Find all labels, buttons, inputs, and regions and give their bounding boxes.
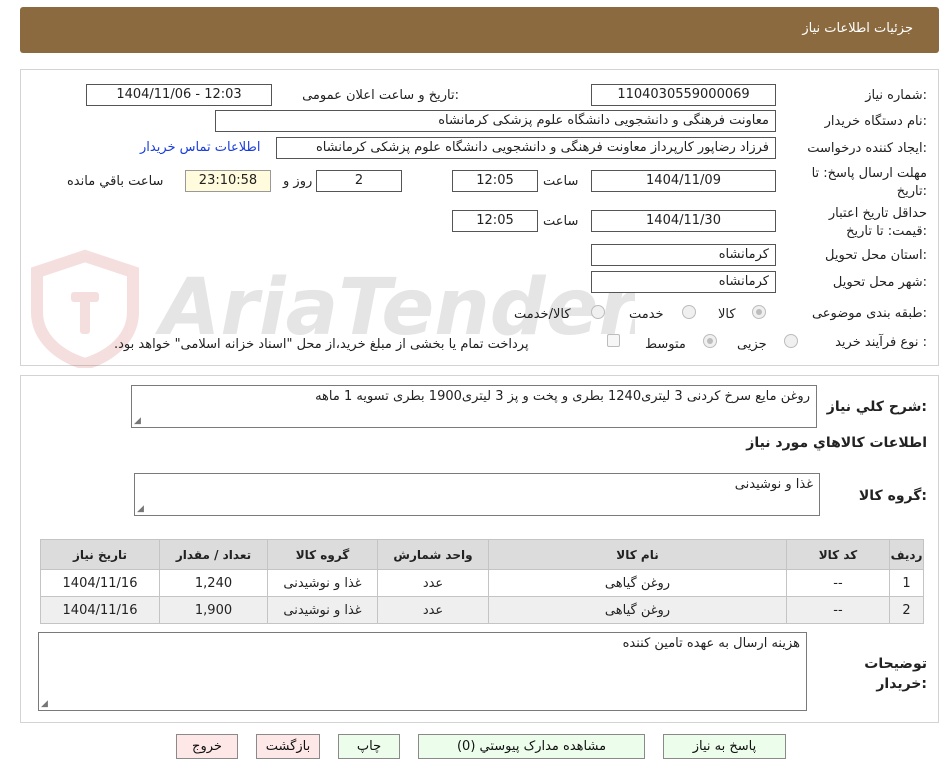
category-goods-service-label: کالا/خدمت (514, 307, 571, 322)
treasury-payment-note: پرداخت تمام یا بخشی از مبلغ خرید،از محل … (114, 337, 529, 352)
need-number-field: 1104030559000069 (591, 84, 776, 106)
goods-info-title: اطلاعات کالاهاي مورد نياز (746, 435, 927, 451)
remaining-time-field: 23:10:58 (185, 170, 271, 192)
cell-name: روغن گیاهی (488, 596, 787, 624)
category-service-radio[interactable] (682, 305, 696, 319)
province-label: استان محل تحویل: (825, 248, 927, 263)
col-name: نام کالا (488, 539, 787, 570)
buyer-notes-field: هزینه ارسال به عهده تامین کننده ◢ (38, 632, 807, 711)
cell-group: غذا و نوشیدنی (267, 596, 378, 624)
process-medium-label: متوسط (645, 337, 686, 352)
deadline-time-field: 12:05 (452, 170, 538, 192)
reply-button[interactable]: پاسخ به نياز (663, 734, 786, 759)
table-row: 1 -- روغن گیاهی عدد غذا و نوشیدنی 1,240 … (40, 569, 924, 597)
remaining-time-label: ساعت باقي مانده (67, 174, 164, 189)
requester-field: فرزاد رضاپور کارپرداز معاونت فرهنگی و دا… (276, 137, 776, 159)
cell-row: 2 (889, 596, 924, 624)
buyer-notes-text: هزینه ارسال به عهده تامین کننده (622, 636, 800, 651)
category-label: طبقه بندی موضوعی: (811, 306, 927, 321)
city-field: کرمانشاه (591, 271, 776, 293)
table-row: 2 -- روغن گیاهی عدد غذا و نوشیدنی 1,900 … (40, 596, 924, 624)
buyer-org-label: نام دستگاه خریدار: (824, 114, 927, 129)
treasury-payment-checkbox[interactable] (607, 334, 620, 347)
cell-qty: 1,240 (159, 569, 268, 597)
process-minor-label: جزیی (737, 337, 767, 352)
price-validity-date-field: 1404/11/30 (591, 210, 776, 232)
col-unit: واحد شمارش (377, 539, 489, 570)
exit-button[interactable]: خروج (176, 734, 238, 759)
cell-unit: عدد (377, 569, 489, 597)
resize-grip-icon[interactable]: ◢ (134, 416, 141, 426)
price-validity-time-field: 12:05 (452, 210, 538, 232)
goods-group-text: غذا و نوشیدنی (734, 477, 813, 492)
deadline-time-label: ساعت (543, 174, 579, 189)
col-code: کد کالا (786, 539, 890, 570)
col-qty: تعداد / مقدار (159, 539, 268, 570)
resize-grip-icon[interactable]: ◢ (137, 504, 144, 514)
category-service-label: خدمت (629, 307, 664, 322)
col-row: رديف (889, 539, 924, 570)
cell-code: -- (786, 569, 890, 597)
general-desc-field: روغن مایع سرخ کردنی 3 لیتری1240 بطری و پ… (131, 385, 817, 428)
cell-row: 1 (889, 569, 924, 597)
cell-code: -- (786, 596, 890, 624)
deadline-label: مهلت ارسال پاسخ: تا تاریخ: (811, 166, 927, 199)
requester-label: ایجاد کننده درخواست: (807, 141, 927, 156)
page-title: جزئیات اطلاعات نیاز (802, 21, 913, 36)
deadline-date-field: 1404/11/09 (591, 170, 776, 192)
resize-grip-icon[interactable]: ◢ (41, 699, 48, 709)
process-minor-radio[interactable] (784, 334, 798, 348)
price-validity-label: حداقل تاریخ اعتبار قیمت: تا تاریخ: (828, 206, 927, 239)
goods-group-field: غذا و نوشیدنی ◢ (134, 473, 820, 516)
goods-table: رديف کد کالا نام کالا واحد شمارش گروه کا… (40, 539, 924, 624)
announce-date-field: 1404/11/06 - 12:03 (86, 84, 272, 106)
buyer-contact-link[interactable]: اطلاعات تماس خریدار (140, 140, 260, 155)
general-desc-text: روغن مایع سرخ کردنی 3 لیتری1240 بطری و پ… (315, 389, 810, 404)
days-remaining-field: 2 (316, 170, 402, 192)
table-header-row: رديف کد کالا نام کالا واحد شمارش گروه کا… (40, 539, 924, 570)
category-goods-radio[interactable] (752, 305, 766, 319)
city-label: شهر محل تحویل: (832, 275, 927, 290)
cell-unit: عدد (377, 596, 489, 624)
category-goods-label: کالا (718, 307, 736, 322)
category-goods-service-radio[interactable] (591, 305, 605, 319)
page-header: جزئیات اطلاعات نیاز (20, 7, 939, 53)
col-date: تاریخ نیاز (40, 539, 160, 570)
need-number-label: شماره نیاز: (865, 88, 927, 103)
cell-date: 1404/11/16 (40, 569, 160, 597)
buyer-notes-label: توضیحات خریدار: (864, 656, 927, 692)
province-field: کرمانشاه (591, 244, 776, 266)
days-label: روز و (283, 174, 313, 189)
cell-group: غذا و نوشیدنی (267, 569, 378, 597)
general-desc-label: شرح کلي نياز: (826, 399, 927, 415)
cell-qty: 1,900 (159, 596, 268, 624)
attachments-button[interactable]: مشاهده مدارک پيوستي (0) (418, 734, 645, 759)
buyer-org-field: معاونت فرهنگی و دانشجویی دانشگاه علوم پز… (215, 110, 776, 132)
back-button[interactable]: بازگشت (256, 734, 320, 759)
announce-date-label: تاریخ و ساعت اعلان عمومی: (302, 88, 459, 103)
print-button[interactable]: چاپ (338, 734, 400, 759)
process-medium-radio[interactable] (703, 334, 717, 348)
cell-name: روغن گیاهی (488, 569, 787, 597)
goods-group-label: گروه کالا: (858, 488, 927, 504)
cell-date: 1404/11/16 (40, 596, 160, 624)
process-label: نوع فرآیند خرید : (835, 335, 927, 350)
price-validity-time-label: ساعت (543, 214, 579, 229)
col-group: گروه کالا (267, 539, 378, 570)
